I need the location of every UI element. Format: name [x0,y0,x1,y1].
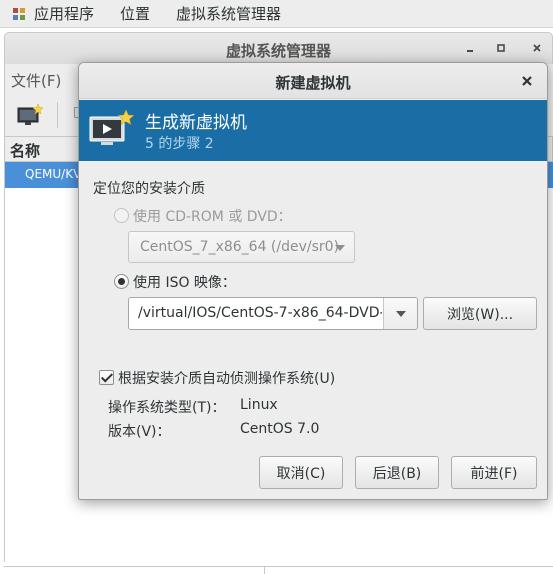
section-label: 定位您的安装介质 [93,181,205,197]
statusbar-divider [264,567,265,574]
chevron-down-icon [396,311,406,317]
banner-title: 生成新虚拟机 [145,113,247,133]
file-menu[interactable]: 文件(F) [11,70,61,91]
dialog-banner: 生成新虚拟机 5 的步骤 2 [79,100,547,161]
apps-icon[interactable] [11,6,27,22]
window-close-icon[interactable] [527,38,547,58]
places-menu[interactable]: 位置 [120,3,150,24]
iso-history-dropdown[interactable] [383,298,417,329]
minimize-icon[interactable] [460,38,480,58]
banner-step: 5 的步骤 2 [145,136,214,152]
iso-path-input[interactable] [129,298,382,329]
column-name-header[interactable]: 名称 [10,140,40,161]
os-type-label: 操作系统类型(T)： [108,400,226,416]
applications-menu[interactable]: 应用程序 [34,3,94,24]
version-label: 版本(V)： [108,424,171,440]
active-app-menu[interactable]: 虚拟系统管理器 [176,3,281,24]
autodetect-checkbox[interactable] [99,370,114,385]
cdrom-device-value: CentOS_7_x86_64 (/dev/sr0) [140,239,340,255]
iso-radio-label: 使用 ISO 映像： [133,275,236,291]
main-statusbar [4,566,553,574]
iso-radio[interactable] [114,274,129,289]
close-icon[interactable] [517,71,537,91]
main-window-titlebar[interactable]: 虚拟系统管理器 [4,32,553,64]
chevron-down-icon [335,245,345,251]
cdrom-device-select[interactable]: CentOS_7_x86_64 (/dev/sr0) [128,231,355,263]
version-value: CentOS 7.0 [240,421,320,437]
maximize-icon[interactable] [491,38,511,58]
top-bar: 应用程序 位置 虚拟系统管理器 [0,0,553,28]
back-button[interactable]: 后退(B) [355,456,439,489]
cdrom-radio[interactable] [114,208,129,223]
os-type-value: Linux [240,397,278,413]
autodetect-label[interactable]: 根据安装介质自动侦测操作系统(U) [118,368,335,388]
dialog-titlebar[interactable]: 新建虚拟机 [79,63,547,99]
dialog-title: 新建虚拟机 [275,74,351,92]
cdrom-radio-label: 使用 CD-ROM 或 DVD： [133,209,292,225]
new-vm-dialog: 新建虚拟机 生成新虚拟机 5 的步骤 2 定位您的安装介质 使用 CD-ROM … [78,62,548,500]
connection-label: QEMU/KV [25,167,82,181]
new-vm-icon [89,109,134,145]
toolbar-separator [57,102,58,128]
new-vm-icon[interactable] [15,101,43,129]
cancel-button[interactable]: 取消(C) [259,456,343,489]
browse-button[interactable]: 浏览(W)... [423,297,537,330]
iso-path-combo [128,297,418,330]
forward-button[interactable]: 前进(F) [451,456,537,489]
